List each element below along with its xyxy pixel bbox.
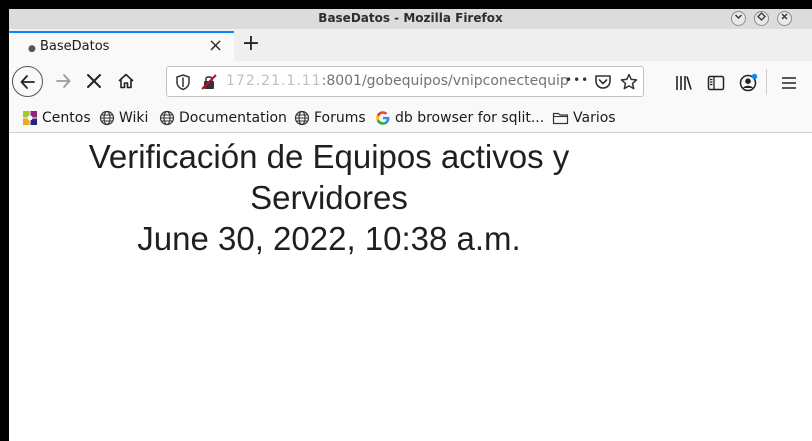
window-title: BaseDatos - Mozilla Firefox	[318, 11, 503, 25]
title-bar: BaseDatos - Mozilla Firefox	[9, 9, 812, 29]
bookmark-forums[interactable]: Forums	[294, 108, 366, 128]
arrow-right-icon	[56, 74, 71, 88]
close-icon	[781, 13, 788, 20]
bookmark-folder-varios[interactable]: Varios	[552, 108, 616, 128]
chevron-down-icon	[735, 14, 742, 19]
heading-timestamp: June 30, 2022, 10:38 a.m.	[137, 220, 521, 257]
library-icon[interactable]	[674, 73, 694, 93]
insecure-lock-icon[interactable]	[199, 72, 219, 92]
bookmark-label: db browser for sqlit...	[395, 110, 545, 126]
bookmark-label: Documentation	[179, 110, 287, 126]
bookmark-label: Centos	[42, 110, 91, 126]
bookmark-label: Wiki	[119, 110, 149, 126]
bookmark-label: Varios	[573, 110, 616, 126]
globe-icon	[159, 110, 175, 126]
navigation-toolbar: 172.21.1.11:8001/gobequipos/vnipconecteq…	[9, 61, 812, 103]
minimize-button[interactable]	[731, 11, 746, 26]
tab-label: BaseDatos	[40, 39, 110, 54]
close-window-button[interactable]	[777, 11, 792, 26]
bookmark-wiki[interactable]: Wiki	[99, 108, 148, 128]
google-icon	[376, 111, 390, 125]
sidebar-icon[interactable]	[706, 73, 726, 93]
home-button[interactable]	[112, 67, 140, 95]
new-tab-button[interactable]: +	[238, 31, 264, 59]
maximize-button[interactable]	[754, 11, 769, 26]
bookmark-label: Forums	[314, 110, 366, 126]
toolbar-separator	[766, 69, 767, 95]
hamburger-menu-icon[interactable]	[779, 73, 799, 93]
globe-icon	[294, 110, 310, 126]
home-icon	[118, 73, 134, 89]
heading-title-line-1: Verificación de Equipos activos y	[88, 138, 570, 175]
url-text: 172.21.1.11:8001/gobequipos/vnipconecteq…	[226, 73, 569, 89]
bookmarks-toolbar: Centos Wiki Documentation Forums db brow…	[9, 103, 812, 133]
shield-icon[interactable]	[173, 72, 193, 92]
url-host: 172.21.1.11	[226, 73, 322, 89]
diamond-icon	[757, 12, 766, 21]
page-heading: Verificación de Equipos activos y Servid…	[49, 136, 609, 259]
url-path: :8001/gobequipos/vnipconectequip	[321, 73, 569, 89]
bookmark-db-browser[interactable]: db browser for sqlit...	[375, 108, 544, 128]
tab-close-button[interactable]: ×	[208, 36, 223, 56]
page-actions-button[interactable]: •••	[565, 73, 589, 87]
folder-icon	[552, 112, 569, 125]
globe-icon	[99, 110, 115, 126]
pocket-icon[interactable]	[593, 72, 613, 92]
arrow-left-icon	[20, 75, 35, 89]
forward-button[interactable]	[49, 67, 77, 95]
back-button[interactable]	[12, 66, 43, 97]
heading-title-line-2: Servidores	[250, 179, 408, 216]
bookmark-documentation[interactable]: Documentation	[159, 108, 287, 128]
bookmark-centos[interactable]: Centos	[22, 108, 91, 128]
stop-x-icon	[87, 74, 101, 88]
stop-button[interactable]	[80, 67, 108, 95]
url-bar[interactable]: 172.21.1.11:8001/gobequipos/vnipconecteq…	[166, 66, 644, 97]
centos-icon	[23, 111, 37, 125]
account-icon[interactable]	[738, 73, 758, 93]
page-content: Verificación de Equipos activos y Servid…	[9, 134, 812, 441]
loading-dot-icon: ●	[28, 44, 36, 54]
star-icon[interactable]	[619, 72, 639, 92]
browser-window: BaseDatos - Mozilla Firefox ● BaseDatos …	[9, 9, 812, 441]
tab-basedatos[interactable]: ● BaseDatos ×	[9, 31, 234, 61]
